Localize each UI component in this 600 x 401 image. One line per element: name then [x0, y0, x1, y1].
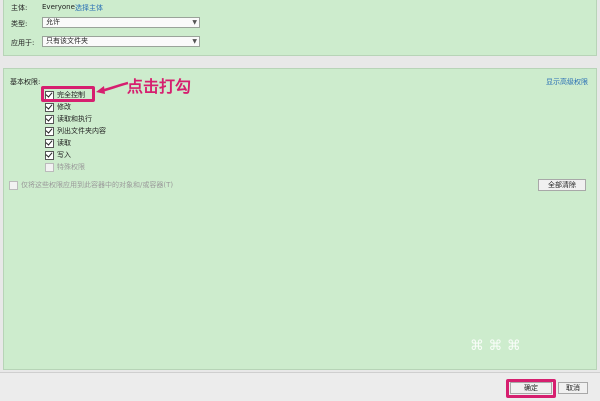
permission-list-folder[interactable]: 列出文件夹内容 [45, 126, 106, 136]
type-label: 类型: [11, 20, 28, 28]
show-advanced-permissions-link[interactable]: 显示高级权限 [546, 77, 588, 87]
principal-panel: 主体: Everyone 选择主体 类型: 允许 ▼ 应用于: 只有该文件夹 ▼ [3, 0, 597, 56]
chevron-down-icon: ▼ [192, 38, 197, 45]
highlight-box-full-control [41, 86, 95, 102]
principal-label: 主体: [11, 4, 28, 12]
permission-read[interactable]: 读取 [45, 138, 71, 148]
permission-label: 列出文件夹内容 [57, 127, 106, 135]
checkbox-icon[interactable] [45, 138, 54, 148]
chevron-down-icon: ▼ [192, 19, 197, 26]
applies-to-label: 应用于: [11, 39, 35, 47]
permission-label: 读取 [57, 139, 71, 147]
cancel-button[interactable]: 取消 [558, 382, 588, 394]
checkbox-icon[interactable] [45, 126, 54, 136]
permission-special: 特殊权限 [45, 162, 85, 172]
select-principal-link[interactable]: 选择主体 [75, 3, 103, 13]
apply-only-container-option: 仅将这些权限应用到此容器中的对象和/或容器(T) [9, 180, 173, 190]
permission-label: 修改 [57, 103, 71, 111]
annotation-text: 点击打勾 [127, 77, 192, 96]
applies-to-select[interactable]: 只有该文件夹 ▼ [42, 36, 200, 47]
checkbox-icon[interactable] [45, 114, 54, 124]
watermark: ⌘ ⌘ ⌘ [470, 338, 521, 354]
type-select-value: 允许 [46, 18, 60, 26]
checkbox-icon[interactable] [45, 102, 54, 112]
basic-permissions-panel [3, 68, 597, 370]
permission-label: 写入 [57, 151, 71, 159]
permission-label: 读取和执行 [57, 115, 92, 123]
arrow-left-icon [96, 81, 129, 94]
checkbox-icon[interactable] [45, 150, 54, 160]
checkbox-icon [45, 162, 54, 172]
permission-modify[interactable]: 修改 [45, 102, 71, 112]
principal-value: Everyone [42, 3, 75, 11]
permission-write[interactable]: 写入 [45, 150, 71, 160]
clear-all-button[interactable]: 全部清除 [538, 179, 586, 191]
checkbox-icon [9, 180, 18, 190]
highlight-box-ok [506, 379, 556, 398]
applies-to-select-value: 只有该文件夹 [46, 37, 88, 45]
apply-only-container-label: 仅将这些权限应用到此容器中的对象和/或容器(T) [21, 181, 174, 189]
permission-read-execute[interactable]: 读取和执行 [45, 114, 92, 124]
basic-permissions-heading: 基本权限: [10, 78, 41, 86]
permission-label: 特殊权限 [57, 163, 85, 171]
type-select[interactable]: 允许 ▼ [42, 17, 200, 28]
